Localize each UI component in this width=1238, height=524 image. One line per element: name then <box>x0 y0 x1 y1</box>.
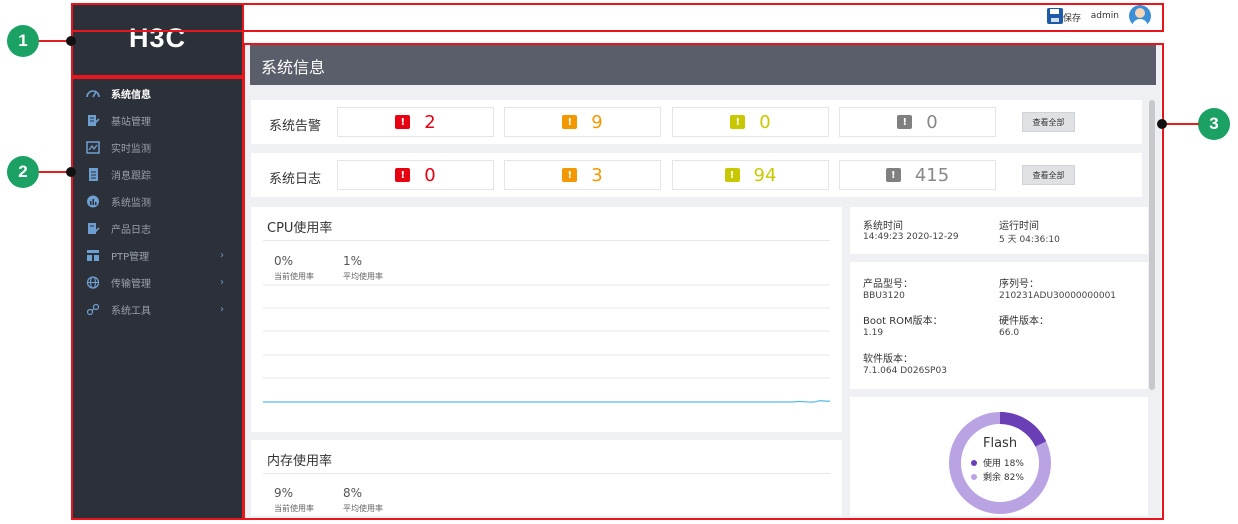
callout-badge-3: 3 <box>1198 108 1230 140</box>
callout-badge-2: 2 <box>7 156 39 188</box>
annotation-frame-sidebar <box>71 77 244 520</box>
callout-badge-1: 1 <box>7 25 39 57</box>
annotation-frame-content <box>243 43 1164 520</box>
annotation-frame-logo <box>71 3 244 77</box>
callout-dot-2 <box>66 167 76 177</box>
callout-leader-3 <box>1163 123 1199 125</box>
callout-dot-1 <box>66 36 76 46</box>
callout-dot-3 <box>1157 119 1167 129</box>
